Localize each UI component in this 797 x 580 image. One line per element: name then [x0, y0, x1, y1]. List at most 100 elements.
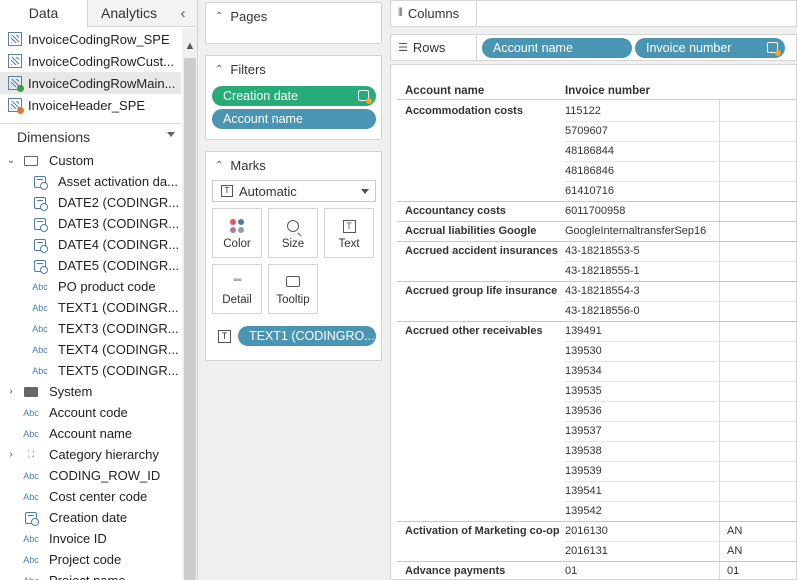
data-source-item[interactable]: InvoiceCodingRowMain...	[0, 72, 181, 94]
marks-text-button[interactable]: T Text	[324, 208, 374, 258]
scroll-up-icon[interactable]: ▲	[182, 40, 197, 56]
pill-label: Creation date	[223, 89, 299, 103]
account-name-cell[interactable]: Activation of Marketing co-op	[405, 525, 559, 537]
chevron-up-icon[interactable]: ⌃	[215, 64, 223, 75]
account-name-cell[interactable]: Accountancy costs	[405, 205, 559, 217]
invoice-number-cell[interactable]: 43-18218553-5	[565, 245, 715, 257]
dimension-field[interactable]: Abc TEXT1 (CODINGR...	[0, 297, 181, 318]
marks-tooltip-button[interactable]: Tooltip	[268, 264, 318, 314]
column-divider	[719, 99, 720, 579]
scrollbar-thumb[interactable]	[184, 58, 196, 580]
invoice-number-cell[interactable]: 2016130	[565, 525, 715, 537]
filters-card[interactable]: ⌃ Filters Creation date Account name	[205, 55, 382, 140]
rows-shelf[interactable]: ☰ Rows Account name Invoice number	[390, 34, 797, 61]
header-account-name[interactable]: Account name	[405, 85, 484, 97]
filter-pill-account-name[interactable]: Account name	[212, 109, 376, 129]
dimension-field[interactable]: Abc Invoice ID	[0, 528, 181, 549]
invoice-number-cell[interactable]: 6011700958	[565, 205, 715, 217]
marks-text-pill[interactable]: TEXT1 (CODINGRO...	[238, 326, 376, 346]
invoice-number-cell[interactable]: 43-18218555-1	[565, 265, 715, 277]
columns-shelf[interactable]: ⦀ Columns	[390, 0, 797, 27]
dimension-field[interactable]: Abc Cost center code	[0, 486, 181, 507]
string-type-icon: Abc	[32, 281, 48, 292]
invoice-number-cell[interactable]: 139541	[565, 485, 715, 497]
data-source-item[interactable]: InvoiceHeader_SPE	[0, 94, 181, 116]
marks-color-button[interactable]: Color	[212, 208, 262, 258]
invoice-number-cell[interactable]: 48186844	[565, 145, 715, 157]
mark-type-select[interactable]: T Automatic	[212, 180, 376, 202]
dimension-field[interactable]: › ⛶ Category hierarchy	[0, 444, 181, 465]
dimension-field[interactable]: DATE3 (CODINGR...	[0, 213, 181, 234]
dimension-field[interactable]: DATE2 (CODINGR...	[0, 192, 181, 213]
columns-label: Columns	[407, 6, 460, 21]
dimension-field[interactable]: Abc PO product code	[0, 276, 181, 297]
account-name-cell[interactable]: Accrued accident insurances	[405, 245, 559, 257]
account-name-cell[interactable]: Accrual liabilities Google	[405, 225, 559, 237]
invoice-number-cell[interactable]: 43-18218556-0	[565, 305, 715, 317]
chevron-up-icon[interactable]: ⌃	[215, 160, 223, 171]
invoice-number-cell[interactable]: 139535	[565, 385, 715, 397]
rows-pill-invoice-number[interactable]: Invoice number	[635, 38, 785, 58]
invoice-number-cell[interactable]: 48186846	[565, 165, 715, 177]
text-mark-cell[interactable]: AN	[727, 525, 742, 537]
invoice-number-cell[interactable]: 139536	[565, 405, 715, 417]
dimension-field[interactable]: Asset activation da...	[0, 171, 181, 192]
chevron-up-icon[interactable]: ⌃	[215, 11, 223, 22]
chevron-right-icon[interactable]: ›	[6, 386, 16, 397]
text-mark-cell[interactable]: 01	[727, 565, 739, 577]
dimension-field[interactable]: Abc CODING_ROW_ID	[0, 465, 181, 486]
folder-open-icon	[20, 155, 42, 166]
chevron-down-icon[interactable]: ⌄	[6, 155, 16, 166]
dimensions-menu-icon[interactable]	[167, 132, 175, 137]
dimension-field[interactable]: Abc Project name	[0, 570, 181, 580]
dimension-field[interactable]: Abc Account name	[0, 423, 181, 444]
text-mark-cell[interactable]: AN	[727, 545, 742, 557]
field-label: Category hierarchy	[49, 447, 159, 462]
header-invoice-number[interactable]: Invoice number	[565, 85, 650, 97]
invoice-number-cell[interactable]: 01	[565, 565, 715, 577]
tab-data[interactable]: Data	[0, 0, 88, 28]
dimension-field[interactable]: Abc TEXT3 (CODINGR...	[0, 318, 181, 339]
data-source-item[interactable]: InvoiceCodingRow_SPE	[0, 28, 181, 50]
dimension-field[interactable]: DATE5 (CODINGR...	[0, 255, 181, 276]
invoice-number-cell[interactable]: 139538	[565, 445, 715, 457]
invoice-number-cell[interactable]: 61410716	[565, 185, 715, 197]
invoice-number-cell[interactable]: 139542	[565, 505, 715, 517]
pages-card[interactable]: ⌃ Pages	[205, 2, 382, 44]
dimension-field[interactable]: Creation date	[0, 507, 181, 528]
invoice-number-cell[interactable]: 139534	[565, 365, 715, 377]
account-name-cell[interactable]: Accommodation costs	[405, 105, 559, 117]
field-label: CODING_ROW_ID	[49, 468, 161, 483]
dimension-field[interactable]: › System	[0, 381, 181, 402]
data-source-item[interactable]: InvoiceCodingRowCust...	[0, 50, 181, 72]
invoice-number-cell[interactable]: 139537	[565, 425, 715, 437]
chevron-right-icon[interactable]: ›	[6, 449, 16, 460]
filter-pill-creation-date[interactable]: Creation date	[212, 86, 376, 106]
account-name-cell[interactable]: Accrued group life insurance	[405, 285, 559, 297]
dimension-field[interactable]: ⌄ Custom	[0, 150, 181, 171]
rows-label: Rows	[412, 40, 446, 55]
rows-shelf-label: ☰ Rows	[391, 35, 477, 60]
dimension-field[interactable]: Abc Account code	[0, 402, 181, 423]
invoice-number-cell[interactable]: 115122	[565, 105, 715, 117]
marks-size-button[interactable]: Size	[268, 208, 318, 258]
group-divider	[397, 201, 796, 202]
invoice-number-cell[interactable]: 139539	[565, 465, 715, 477]
invoice-number-cell[interactable]: 139530	[565, 345, 715, 357]
invoice-number-cell[interactable]: 139491	[565, 325, 715, 337]
account-name-cell[interactable]: Accrued other receivables	[405, 325, 559, 337]
rows-pill-account-name[interactable]: Account name	[482, 38, 632, 58]
invoice-number-cell[interactable]: 5709607	[565, 125, 715, 137]
marks-detail-button[interactable]: °°° Detail	[212, 264, 262, 314]
account-name-cell[interactable]: Advance payments	[405, 565, 559, 577]
dimension-field[interactable]: Abc TEXT5 (CODINGR...	[0, 360, 181, 381]
invoice-number-cell[interactable]: GoogleInternaltransferSep16	[565, 225, 715, 237]
invoice-number-cell[interactable]: 2016131	[565, 545, 715, 557]
dimension-field[interactable]: Abc Project code	[0, 549, 181, 570]
dimension-field[interactable]: DATE4 (CODINGR...	[0, 234, 181, 255]
invoice-number-cell[interactable]: 43-18218554-3	[565, 285, 715, 297]
dimensions-header[interactable]: Dimensions	[0, 124, 181, 150]
tab-analytics[interactable]: Analytics	[88, 0, 170, 27]
collapse-pane-icon[interactable]: ‹	[170, 0, 196, 26]
dimension-field[interactable]: Abc TEXT4 (CODINGR...	[0, 339, 181, 360]
